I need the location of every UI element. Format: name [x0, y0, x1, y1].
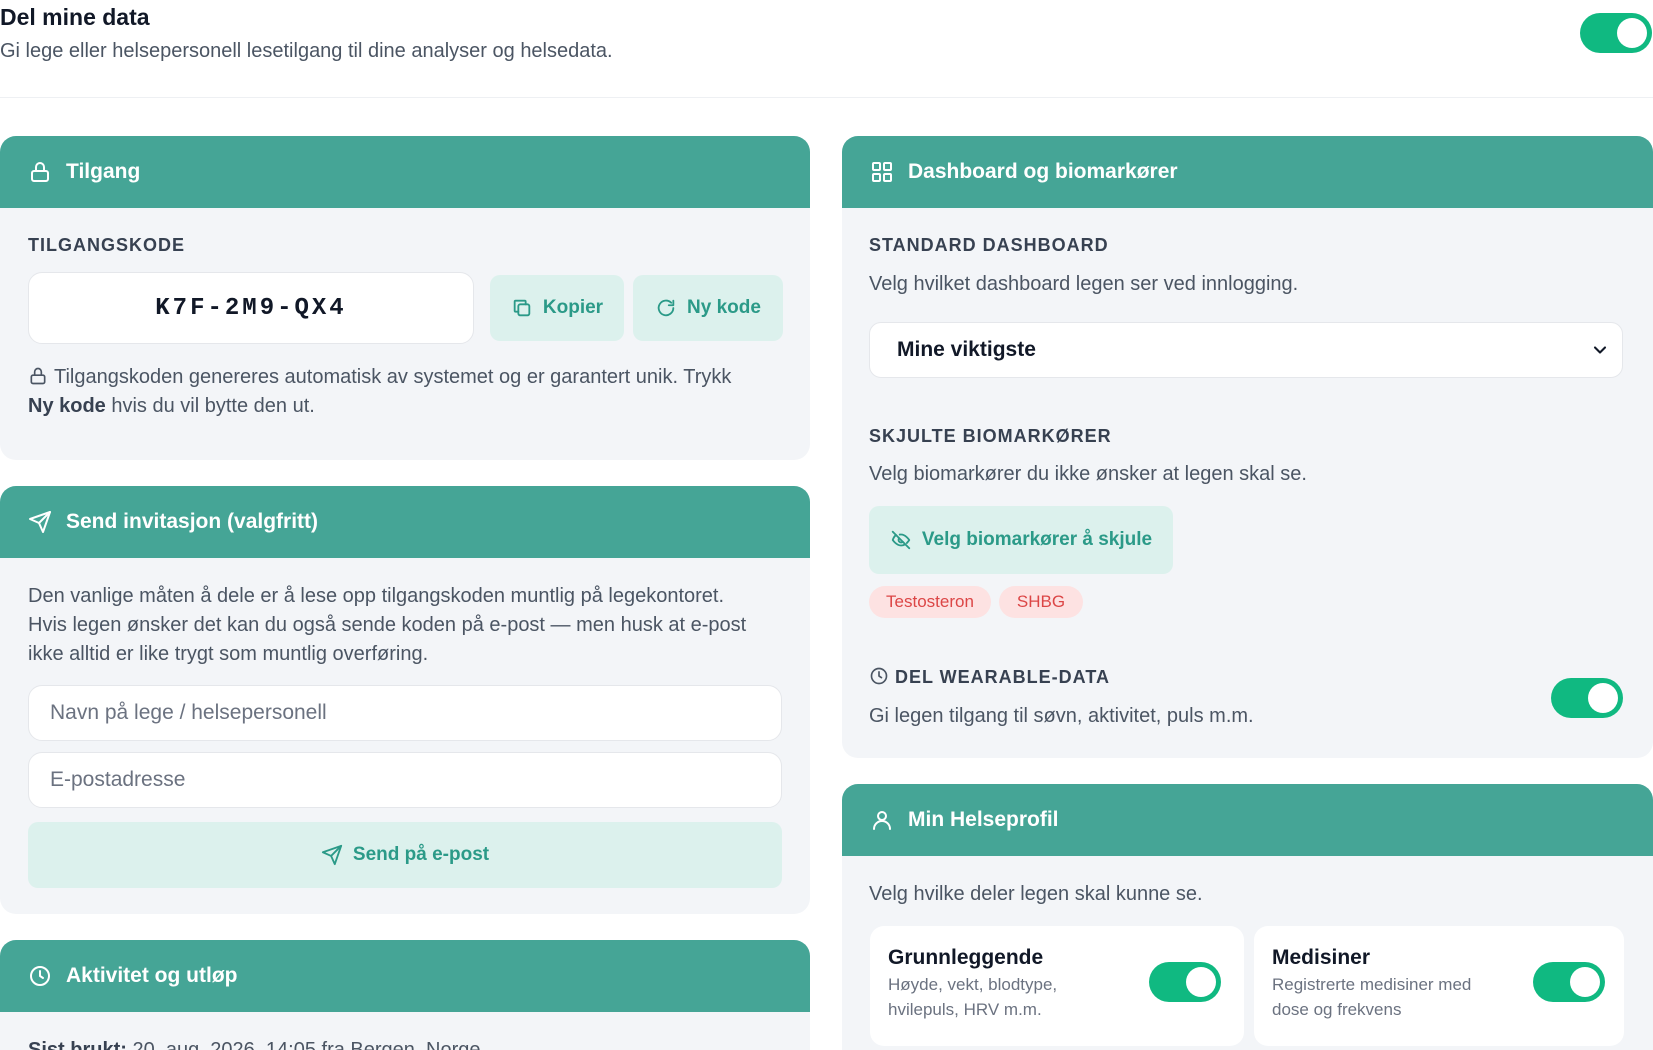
access-code-label: TILGANGSKODE: [28, 235, 186, 255]
hidden-biomarkers-desc: Velg biomarkører du ikke ønsker at legen…: [869, 463, 1307, 485]
dashboard-select-value: Mine viktigste: [897, 338, 1036, 361]
hidden-chip-label: Testosteron: [886, 592, 974, 611]
access-note-line1: Tilgangskoden genereres automatisk av sy…: [54, 366, 732, 388]
copy-icon: [513, 299, 531, 317]
activity-card-header: Aktivitet og utløp: [0, 940, 810, 1012]
copy-button[interactable]: Kopier: [490, 275, 624, 341]
hidden-biomarkers-label: SKJULTE BIOMARKØRER: [869, 426, 1112, 446]
invite-text: Den vanlige måten å dele er å lese opp t…: [28, 582, 798, 669]
access-note-line2: hvis du vil bytte den ut.: [105, 395, 315, 417]
small-lock-icon: [28, 366, 48, 386]
invite-card-title: Send invitasjon (valgfritt): [66, 510, 319, 533]
invite-text-line1: Den vanlige måten å dele er å lese opp t…: [28, 585, 725, 607]
toggle-knob: [1588, 683, 1618, 713]
wearable-label: DEL WEARABLE-DATA: [869, 666, 1110, 688]
send-email-button[interactable]: Send på e-post: [28, 822, 782, 888]
profile-desc: Velg hvilke deler legen skal kunne se.: [869, 883, 1203, 905]
toggle-knob: [1617, 18, 1647, 48]
invite-text-line2: Hvis legen ønsker det kan du også sende …: [28, 614, 747, 636]
hidden-chip-shbg[interactable]: SHBG: [999, 586, 1083, 618]
profile-item-desc-line1: Registrerte medisiner med: [1272, 975, 1472, 994]
send-icon: [28, 510, 52, 534]
hidden-chip-testosteron[interactable]: Testosteron: [869, 586, 991, 618]
send-email-label: Send på e-post: [352, 844, 490, 865]
profile-item-title: Medisiner: [1272, 946, 1371, 969]
invite-card-header: Send invitasjon (valgfritt): [0, 486, 810, 558]
lock-icon: [28, 160, 52, 184]
access-code-display: K7F-2M9-QX4: [28, 272, 474, 344]
standard-dashboard-desc: Velg hvilket dashboard legen ser ved inn…: [869, 273, 1299, 295]
access-note-bold: Ny kode: [28, 395, 106, 417]
profile-item-title: Grunnleggende: [888, 946, 1044, 969]
dashboard-card-title: Dashboard og biomarkører: [908, 160, 1178, 183]
wearable-label-text: DEL WEARABLE-DATA: [895, 667, 1110, 687]
page-title: Del mine data: [0, 4, 150, 30]
invite-text-line3: ikke alltid er like trygt som muntlig ov…: [28, 643, 429, 665]
profile-item-medications: Medisiner Registrerte medisiner med dose…: [1254, 926, 1624, 1046]
access-card: Tilgang TILGANGSKODE K7F-2M9-QX4 Kopier …: [0, 136, 810, 460]
profile-card: Min Helseprofil Velg hvilke deler legen …: [842, 784, 1653, 1050]
profile-item-basic: Grunnleggende Høyde, vekt, blodtype, hvi…: [870, 926, 1244, 1046]
profile-item-desc-line1: Høyde, vekt, blodtype,: [888, 975, 1058, 994]
profile-item-desc-line2: dose og frekvens: [1272, 1000, 1402, 1019]
activity-card: Aktivitet og utløp Sist brukt: 20. aug. …: [0, 940, 810, 1050]
profile-basic-toggle[interactable]: [1149, 962, 1221, 1002]
toggle-knob: [1570, 967, 1600, 997]
wearable-toggle[interactable]: [1551, 678, 1623, 718]
refresh-icon: [657, 299, 675, 317]
grid-icon: [870, 160, 894, 184]
profile-card-title: Min Helseprofil: [908, 808, 1059, 831]
copy-button-label: Kopier: [542, 297, 604, 318]
standard-dashboard-label: STANDARD DASHBOARD: [869, 235, 1109, 255]
doctor-name-placeholder: Navn på lege / helsepersonell: [50, 701, 327, 724]
clock-icon: [28, 964, 52, 988]
hidden-chip-label: SHBG: [1016, 592, 1066, 611]
toggle-knob: [1186, 967, 1216, 997]
activity-card-title: Aktivitet og utløp: [66, 964, 238, 987]
doctor-name-input[interactable]: Navn på lege / helsepersonell: [28, 685, 782, 741]
chevron-down-icon: [1593, 346, 1607, 354]
profile-item-desc: Høyde, vekt, blodtype, hvilepuls, HRV m.…: [888, 972, 1088, 1022]
profile-medications-toggle[interactable]: [1533, 962, 1605, 1002]
new-code-button-label: Ny kode: [687, 297, 761, 318]
share-data-toggle[interactable]: [1580, 13, 1652, 53]
profile-item-desc-line2: hvilepuls, HRV m.m.: [888, 1000, 1042, 1019]
last-used-text: Sist brukt: 20. aug. 2026, 14:05 fra Ber…: [28, 1036, 481, 1050]
eye-off-icon: [891, 530, 911, 550]
page-header: Del mine data Gi lege eller helsepersone…: [0, 0, 1653, 98]
dashboard-select[interactable]: Mine viktigste: [869, 322, 1623, 378]
user-icon: [870, 808, 894, 832]
email-input[interactable]: E-postadresse: [28, 752, 782, 808]
dashboard-card: Dashboard og biomarkører STANDARD DASHBO…: [842, 136, 1653, 758]
page-subtitle: Gi lege eller helsepersonell lesetilgang…: [0, 40, 613, 62]
invite-card: Send invitasjon (valgfritt) Den vanlige …: [0, 486, 810, 914]
access-note: Tilgangskoden genereres automatisk av sy…: [28, 363, 798, 421]
send-button-icon: [321, 844, 342, 866]
profile-item-desc: Registrerte medisiner med dose og frekve…: [1272, 972, 1502, 1022]
access-card-header: Tilgang: [0, 136, 810, 208]
last-used-label: Sist brukt:: [28, 1039, 127, 1050]
access-card-title: Tilgang: [66, 160, 141, 183]
last-used-value: 20. aug. 2026, 14:05 fra Bergen, Norge: [126, 1039, 481, 1050]
wearable-clock-icon: [869, 666, 889, 686]
wearable-desc: Gi legen tilgang til søvn, aktivitet, pu…: [869, 705, 1254, 727]
profile-card-header: Min Helseprofil: [842, 784, 1653, 856]
dashboard-card-header: Dashboard og biomarkører: [842, 136, 1653, 208]
email-placeholder: E-postadresse: [50, 768, 186, 791]
hide-biomarkers-label: Velg biomarkører å skjule: [921, 529, 1153, 550]
hide-biomarkers-button[interactable]: Velg biomarkører å skjule: [869, 506, 1173, 574]
new-code-button[interactable]: Ny kode: [633, 275, 783, 341]
